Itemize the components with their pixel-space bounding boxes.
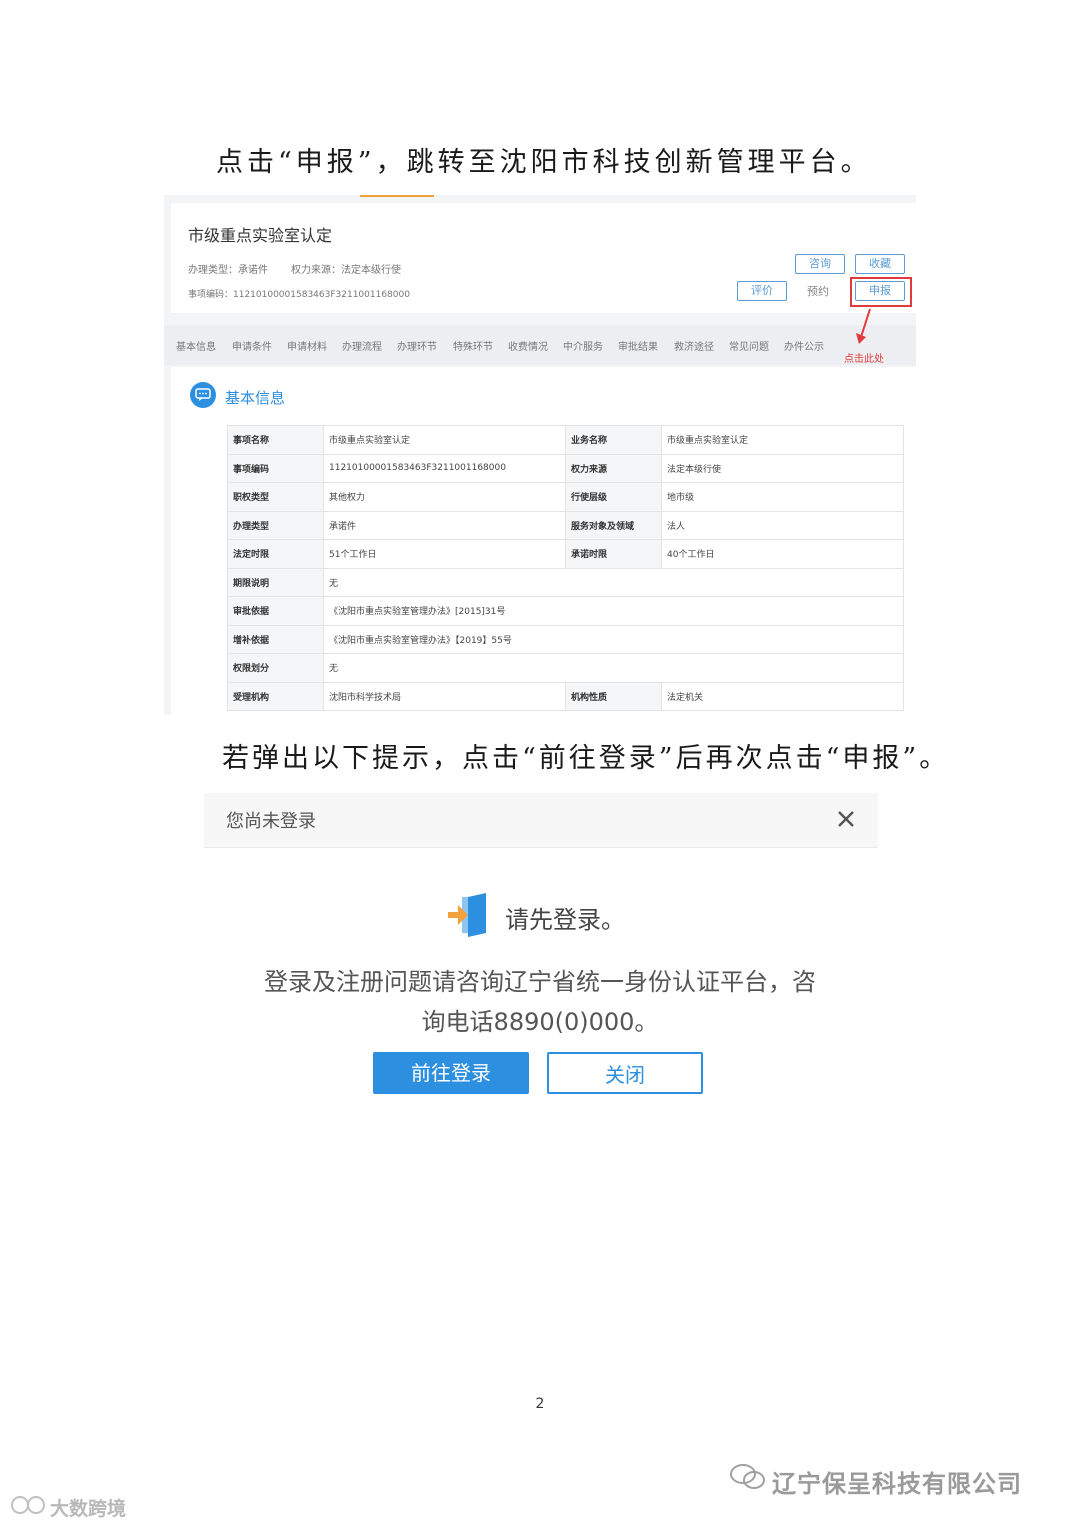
field-value: 无 <box>323 567 904 597</box>
login-door-icon <box>448 893 486 937</box>
tab-remedies[interactable]: 救济途径 <box>674 338 714 353</box>
meta-item-code: 事项编码：11210100001583463F3211001168000 <box>188 290 410 300</box>
field-label: 法定时限 <box>227 539 324 569</box>
tab-materials[interactable]: 申请材料 <box>287 338 327 353</box>
company-watermark: 辽宁保呈科技有限公司 <box>772 1470 1022 1498</box>
table-row: 办理类型 承诺件 服务对象及领域 法人 <box>227 510 904 540</box>
field-label: 事项编码 <box>227 453 324 483</box>
tab-results[interactable]: 审批结果 <box>618 338 658 353</box>
source-logo-icon <box>11 1496 45 1514</box>
table-row: 权限划分 无 <box>227 653 904 683</box>
field-value: 11210100001583463F3211001168000 <box>323 453 566 483</box>
chat-bubble-icon <box>190 382 216 408</box>
field-value: 法人 <box>661 510 904 540</box>
tab-faq[interactable]: 常见问题 <box>729 338 769 353</box>
field-label: 服务对象及领域 <box>565 510 662 540</box>
field-label: 办理类型 <box>227 510 324 540</box>
field-value: 51个工作日 <box>323 539 566 569</box>
tab-steps[interactable]: 办理环节 <box>397 338 437 353</box>
table-row: 审批依据 《沈阳市重点实验室管理办法》[2015]31号 <box>227 596 904 626</box>
field-value: 40个工作日 <box>661 539 904 569</box>
apply-highlight-box <box>850 277 912 307</box>
field-value: 法定机关 <box>661 681 904 711</box>
go-login-button[interactable]: 前往登录 <box>373 1052 529 1094</box>
meta-power-source: 权力来源：法定本级行使 <box>291 265 401 276</box>
favorite-button[interactable]: 收藏 <box>855 254 905 274</box>
field-label: 期限说明 <box>227 567 324 597</box>
wechat-icon <box>730 1464 765 1489</box>
tab-intermediary[interactable]: 中介服务 <box>563 338 603 353</box>
table-row: 职权类型 其他权力 行使层级 地市级 <box>227 482 904 512</box>
login-prompt: 请先登录。 <box>505 906 625 934</box>
step2-caption: 若弹出以下提示，点击“前往登录”后再次点击“申报”。 <box>222 743 950 774</box>
field-value: 其他权力 <box>323 482 566 512</box>
close-icon[interactable] <box>834 807 858 831</box>
field-value: 《沈阳市重点实验室管理办法》[2015]31号 <box>323 596 904 626</box>
consult-button[interactable]: 咨询 <box>795 254 845 274</box>
table-row: 增补依据 《沈阳市重点实验室管理办法》【2019】55号 <box>227 624 904 654</box>
rate-button[interactable]: 评价 <box>737 281 787 301</box>
tab-fees[interactable]: 收费情况 <box>508 338 548 353</box>
field-label: 受理机构 <box>227 681 324 711</box>
section-title: 基本信息 <box>225 389 286 407</box>
step1-caption: 点击“申报”，跳转至沈阳市科技创新管理平台。 <box>216 147 872 178</box>
source-watermark: 大数跨境 <box>50 1498 127 1520</box>
detail-tabs: 基本信息 申请条件 申请材料 办理流程 办理环节 特殊环节 收费情况 中介服务 … <box>164 325 916 365</box>
table-row: 事项名称 市级重点实验室认定 业务名称 市级重点实验室认定 <box>227 425 904 455</box>
field-label: 增补依据 <box>227 624 324 654</box>
annotation-arrow-icon <box>856 308 871 344</box>
book-link[interactable]: 预约 <box>807 283 829 299</box>
platform-screenshot: 市级重点实验室认定 办理类型：承诺件 权力来源：法定本级行使 事项编码：1121… <box>164 195 916 715</box>
tab-special-steps[interactable]: 特殊环节 <box>453 338 493 353</box>
field-label: 承诺时限 <box>565 539 662 569</box>
tab-conditions[interactable]: 申请条件 <box>232 338 272 353</box>
field-value: 《沈阳市重点实验室管理办法》【2019】55号 <box>323 624 904 654</box>
field-label: 职权类型 <box>227 482 324 512</box>
table-row: 事项编码 11210100001583463F3211001168000 权力来… <box>227 453 904 483</box>
item-title: 市级重点实验室认定 <box>188 226 333 245</box>
field-label: 审批依据 <box>227 596 324 626</box>
basic-info-card: 基本信息 事项名称 市级重点实验室认定 业务名称 市级重点实验室认定 事项编码 … <box>171 367 916 715</box>
field-label: 权限划分 <box>227 653 324 683</box>
field-label: 业务名称 <box>565 425 662 455</box>
field-value: 地市级 <box>661 482 904 512</box>
tab-basic-info[interactable]: 基本信息 <box>176 338 216 353</box>
dialog-title: 您尚未登录 <box>226 811 316 832</box>
field-value: 市级重点实验室认定 <box>323 425 566 455</box>
basic-info-table: 事项名称 市级重点实验室认定 业务名称 市级重点实验室认定 事项编码 11210… <box>227 425 904 711</box>
field-value: 沈阳市科学技术局 <box>323 681 566 711</box>
close-button[interactable]: 关闭 <box>547 1052 703 1094</box>
table-row: 法定时限 51个工作日 承诺时限 40个工作日 <box>227 539 904 569</box>
field-value: 法定本级行使 <box>661 453 904 483</box>
tab-process[interactable]: 办理流程 <box>342 338 382 353</box>
field-label: 机构性质 <box>565 681 662 711</box>
table-row: 受理机构 沈阳市科学技术局 机构性质 法定机关 <box>227 681 904 711</box>
page-number: 2 <box>535 1396 545 1412</box>
dialog-message-line1: 登录及注册问题请咨询辽宁省统一身份认证平台，咨 <box>264 968 816 996</box>
dialog-message-line2: 询电话8890(0)000。 <box>421 1008 659 1036</box>
click-here-annotation: 点击此处 <box>844 354 884 365</box>
meta-handling-type: 办理类型：承诺件 <box>188 265 268 276</box>
dialog-header: 您尚未登录 <box>204 793 878 848</box>
field-label: 权力来源 <box>565 453 662 483</box>
field-value: 市级重点实验室认定 <box>661 425 904 455</box>
tab-public[interactable]: 办件公示 <box>784 338 824 353</box>
field-label: 事项名称 <box>227 425 324 455</box>
field-value: 承诺件 <box>323 510 566 540</box>
field-label: 行使层级 <box>565 482 662 512</box>
active-tab-indicator <box>360 195 434 197</box>
table-row: 期限说明 无 <box>227 567 904 597</box>
field-value: 无 <box>323 653 904 683</box>
item-header-card: 市级重点实验室认定 办理类型：承诺件 权力来源：法定本级行使 事项编码：1121… <box>171 203 916 313</box>
